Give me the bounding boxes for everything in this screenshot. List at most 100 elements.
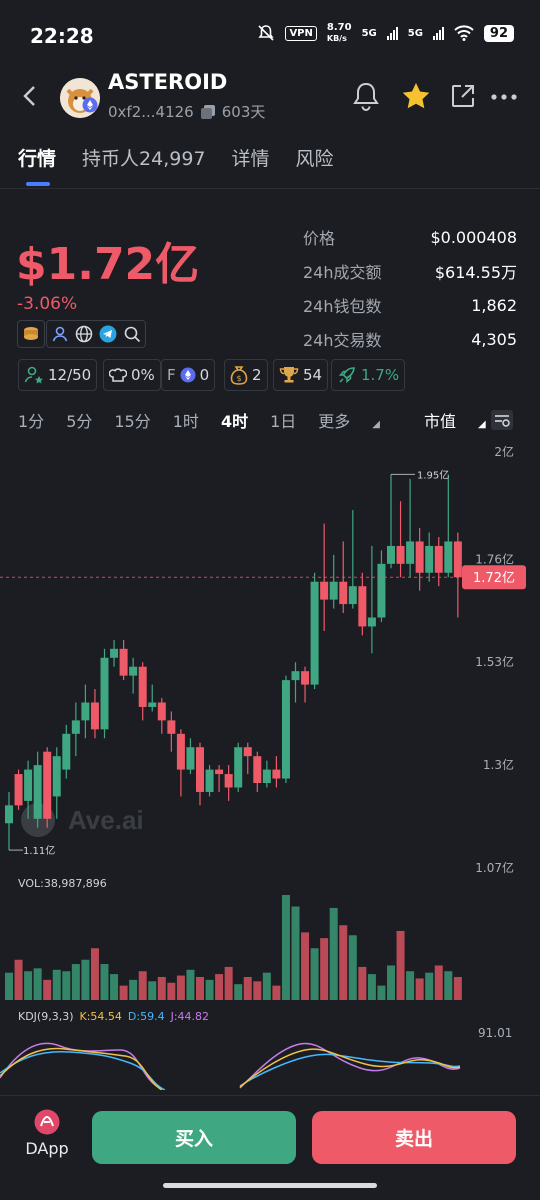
stat-row-wallets: 24h钱包数 1,862 bbox=[303, 295, 517, 317]
volume-chart bbox=[5, 895, 462, 1000]
status-icons: VPN 8.70 KB/s 5G 5G 92 bbox=[257, 22, 514, 44]
back-icon[interactable] bbox=[20, 84, 40, 108]
holders-chip[interactable]: 12/50 bbox=[18, 359, 98, 391]
volume-bar bbox=[387, 965, 395, 1000]
volume-bar bbox=[205, 979, 214, 1000]
globe-icon[interactable] bbox=[75, 325, 93, 343]
home-indicator bbox=[163, 1183, 377, 1188]
volume-label: VOL:38,987,896 bbox=[18, 877, 107, 890]
volume-bar bbox=[52, 969, 61, 1000]
high-label: 1.95亿 bbox=[417, 468, 449, 481]
candle-body bbox=[243, 747, 252, 757]
battery-level: 92 bbox=[483, 24, 514, 42]
star-icon[interactable] bbox=[401, 82, 431, 110]
candle-body bbox=[387, 545, 395, 564]
volume-bar bbox=[81, 959, 90, 1000]
candle-body bbox=[205, 769, 214, 792]
candle-body bbox=[396, 545, 405, 564]
rocket-chip[interactable]: 1.7% bbox=[331, 359, 406, 391]
bell-icon[interactable] bbox=[352, 81, 380, 111]
status-time: 22:28 bbox=[30, 24, 94, 48]
candle-body bbox=[176, 733, 185, 770]
tf-1m[interactable]: 1分 bbox=[18, 408, 44, 432]
volume-bar bbox=[224, 966, 233, 1000]
candle-body bbox=[100, 657, 109, 730]
tf-15m[interactable]: 15分 bbox=[114, 408, 150, 432]
sell-button[interactable]: 卖出 bbox=[312, 1111, 516, 1164]
volume-bar bbox=[377, 985, 386, 1000]
current-price-label: 1.72亿 bbox=[473, 571, 515, 586]
search-icon[interactable] bbox=[123, 325, 141, 343]
candle-body bbox=[434, 545, 443, 573]
candle-body bbox=[215, 769, 224, 775]
volume-bar bbox=[5, 972, 13, 1000]
volume-bar bbox=[291, 906, 300, 1000]
cook-chip[interactable]: 0% bbox=[103, 359, 161, 391]
tab-risk[interactable]: 风险 bbox=[296, 144, 334, 171]
tf-5m[interactable]: 5分 bbox=[66, 408, 92, 432]
candle-body bbox=[186, 747, 195, 770]
contract-address: 0xf2...4126 bbox=[108, 102, 194, 121]
candle-body bbox=[377, 563, 386, 618]
kdj-title: KDJ(9,3,3) bbox=[18, 1010, 74, 1023]
telegram-icon[interactable] bbox=[99, 325, 117, 343]
more-icon[interactable] bbox=[490, 93, 518, 101]
net-speed: 8.70 KB/s bbox=[326, 22, 352, 43]
candle-body bbox=[444, 541, 453, 573]
candle-body bbox=[348, 586, 357, 605]
signal-5g-2: 5G bbox=[407, 27, 423, 39]
volume-bar bbox=[425, 972, 434, 1000]
buy-button[interactable]: 买入 bbox=[92, 1111, 296, 1164]
volume-bar bbox=[33, 968, 42, 1000]
candle-body bbox=[253, 756, 262, 784]
y-tick-label: 1.3亿 bbox=[483, 757, 514, 772]
tf-4h[interactable]: 4时 bbox=[221, 408, 248, 432]
copy-icon[interactable] bbox=[200, 104, 216, 120]
volume-bar bbox=[434, 965, 443, 1000]
candle-body bbox=[196, 747, 204, 792]
stat-row-price: 价格 $0.000408 bbox=[303, 227, 517, 249]
candle-body bbox=[329, 581, 338, 600]
candle-body bbox=[272, 769, 281, 779]
vpn-badge: VPN bbox=[285, 25, 317, 41]
price-change: -3.06% bbox=[17, 294, 78, 314]
candle-body bbox=[453, 541, 462, 578]
candle-body bbox=[81, 702, 90, 721]
tab-holders[interactable]: 持币人24,997 bbox=[82, 144, 205, 171]
y-tick-label: 1.53亿 bbox=[475, 654, 514, 669]
eth-icon bbox=[180, 367, 196, 383]
user-icon[interactable] bbox=[51, 325, 69, 343]
tab-details[interactable]: 详情 bbox=[232, 144, 270, 171]
f-chip[interactable]: F 0 bbox=[161, 359, 216, 391]
volume-bar bbox=[43, 979, 52, 1000]
dropdown-triangle-icon: ◢ bbox=[372, 419, 380, 430]
stat-row-trades: 24h交易数 4,305 bbox=[303, 329, 517, 351]
candle-body bbox=[224, 774, 233, 788]
candle-body bbox=[157, 702, 166, 721]
volume-bar bbox=[148, 981, 157, 1000]
stat-row-volume: 24h成交额 $614.55万 bbox=[303, 263, 517, 282]
candle-body bbox=[129, 666, 138, 676]
volume-bar bbox=[186, 969, 195, 1000]
tf-1d[interactable]: 1日 bbox=[270, 408, 296, 432]
low-label: 1.11亿 bbox=[23, 844, 55, 857]
money-chip[interactable]: $ 2 bbox=[224, 359, 268, 391]
trophy-chip[interactable]: 54 bbox=[273, 359, 329, 391]
share-icon[interactable] bbox=[450, 83, 476, 109]
volume-bar bbox=[444, 971, 453, 1000]
token-meta: 0xf2...4126 603天 bbox=[108, 101, 265, 122]
coins-icon-box[interactable] bbox=[17, 320, 45, 348]
chart-settings-icon[interactable] bbox=[490, 409, 514, 431]
dapp-button[interactable]: DApp bbox=[24, 1109, 70, 1158]
volume-bar bbox=[129, 979, 138, 1000]
candle-body bbox=[291, 671, 300, 681]
tf-1h[interactable]: 1时 bbox=[173, 408, 199, 432]
tab-market[interactable]: 行情 bbox=[18, 144, 56, 186]
tf-more[interactable]: 更多 ◢ bbox=[318, 408, 402, 432]
candle-body bbox=[262, 769, 271, 784]
price-chart[interactable]: Ave.ai 2亿 1.76亿 1.53亿 1.3亿 1.07亿 1.72亿 1.95亿 1.1… bbox=[0, 440, 540, 880]
tab-bar: 行情 持币人24,997 详情 风险 bbox=[18, 144, 334, 186]
kdj-d: D:59.4 bbox=[127, 1010, 165, 1023]
volume-bar bbox=[62, 971, 71, 1000]
volume-bar bbox=[396, 930, 405, 1000]
